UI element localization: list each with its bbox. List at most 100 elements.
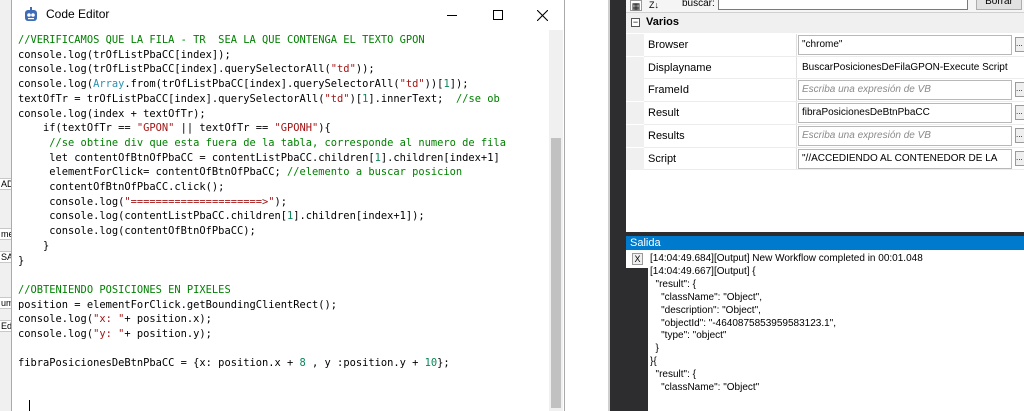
ellipsis-button[interactable]: ... xyxy=(1015,105,1024,121)
property-row-results: Results Escriba una expresión de VB... xyxy=(626,124,1024,147)
code-token: ].children[index+1]); xyxy=(293,210,425,223)
ellipsis-button[interactable]: ... xyxy=(1015,127,1024,143)
properties-toolbar: ▦ Z↓ buscar: Borrar xyxy=(626,0,1024,13)
property-value-field[interactable]: "//ACCEDIENDO AL CONTENEDOR DE LA xyxy=(798,148,1012,169)
output-line: "result": { xyxy=(650,369,697,381)
output-line: "className": "Object" xyxy=(650,382,760,393)
sort-alpha-icon[interactable]: Z↓ xyxy=(644,0,664,11)
code-line: console.log(trOfListPbaCC[index].querySe… xyxy=(18,62,375,77)
output-line: "objectId": "-4640875853959583123.1", xyxy=(650,317,837,329)
code-token: elementForClick= contentOfBtnOfPbaCC; xyxy=(18,166,287,179)
property-value-field[interactable]: Escriba una expresión de VB xyxy=(798,125,1012,146)
code-token: } xyxy=(18,254,25,267)
code-token: ); xyxy=(274,195,288,208)
code-token: , y :position.y + xyxy=(305,357,425,370)
row-gutter xyxy=(626,34,644,56)
code-token: console.log( xyxy=(18,195,125,208)
code-token: contentOfBtnOfPbaCC.click(); xyxy=(18,181,225,193)
clear-button[interactable]: Borrar xyxy=(976,0,1022,10)
output-line: }{ xyxy=(650,356,657,368)
property-value-field[interactable]: Escriba una expresión de VB xyxy=(798,80,1012,101)
code-line: console.log(trOfListPbaCC[index]); xyxy=(18,48,231,63)
code-token: "GPONH" xyxy=(274,122,319,135)
code-token: "GPON" xyxy=(136,122,175,135)
code-editor-window: Code Editor //VERIFICAMOS QUE LA FILA - … xyxy=(11,0,565,411)
output-line: "className": "Object", xyxy=(650,291,763,303)
close-icon xyxy=(536,9,548,21)
code-token: if(textOfTr == xyxy=(18,122,137,135)
column-separator xyxy=(796,34,797,56)
code-line: console.log("=====================>"); xyxy=(18,195,287,210)
column-separator xyxy=(796,147,797,170)
code-line: contentOfBtnOfPbaCC.click(); xyxy=(18,180,224,195)
code-token: ]); xyxy=(449,78,469,91)
property-name: Script xyxy=(648,152,677,165)
code-token: ){ xyxy=(318,122,331,135)
title-bar[interactable]: Code Editor xyxy=(12,0,564,30)
output-panel: X [14:04:49.684][Output] New Workflow co… xyxy=(626,250,1024,411)
code-token: + position.y); xyxy=(124,328,212,340)
row-gutter xyxy=(626,56,644,79)
code-token: //se ob xyxy=(455,92,500,105)
code-token: console.log(contentListPbaCC.children[ xyxy=(18,210,287,223)
column-separator xyxy=(796,102,797,125)
output-line: [14:04:49.667][Output] { xyxy=(650,265,756,277)
robot-icon xyxy=(25,7,37,21)
property-row-displayname: Displayname BuscarPosicionesDeFilaGPON-Ex… xyxy=(626,56,1024,79)
code-token: "y: " xyxy=(93,328,125,340)
code-token: //se obtine div que esta fuera de la tab… xyxy=(18,136,506,149)
code-token: "=====================>" xyxy=(124,195,275,208)
code-text-area[interactable]: //VERIFICAMOS QUE LA FILA - TR SEA LA QU… xyxy=(12,30,550,411)
search-label: buscar: xyxy=(682,0,715,9)
property-value-field[interactable]: fibraPosicionesDeBtnPbaCC xyxy=(798,103,1012,124)
code-token: console.log(trOfListPbaCC[index].querySe… xyxy=(18,63,331,76)
close-button[interactable] xyxy=(520,0,564,30)
row-gutter xyxy=(626,102,644,125)
vertical-scrollbar[interactable] xyxy=(549,30,563,411)
code-token: //OBTENIENDO POSICIONES EN PIXELES xyxy=(18,283,231,296)
property-name: Result xyxy=(648,107,680,120)
output-line: "result": { xyxy=(650,278,697,290)
workflow-ide-panel: ▦ Z↓ buscar: Borrar − Varios Browser "chr… xyxy=(610,0,1024,411)
property-value-field[interactable]: BuscarPosicionesDeFilaGPON-Execute Scrip… xyxy=(798,57,1012,78)
code-token: "x: " xyxy=(93,313,125,326)
properties-panel: ▦ Z↓ buscar: Borrar − Varios Browser "chr… xyxy=(626,0,1024,232)
code-token: let contentOfBtnOfPbaCC = contentListPba… xyxy=(18,151,375,164)
maximize-button[interactable] xyxy=(476,0,520,30)
output-panel-header: Salida xyxy=(626,236,1024,250)
code-line: console.log(index + textOfTr); xyxy=(18,107,206,122)
code-token: //VERIFICAMOS QUE LA FILA - TR SEA LA QU… xyxy=(18,34,425,46)
property-row-result: Result fibraPosicionesDeBtnPbaCC... xyxy=(626,102,1024,125)
ellipsis-button[interactable]: ... xyxy=(1015,150,1024,166)
code-token: fibraPosicionesDeBtnPbaCC = {x: position… xyxy=(18,357,300,370)
categorized-view-icon[interactable]: ▦ xyxy=(630,0,642,11)
category-header[interactable]: − Varios xyxy=(626,13,1024,33)
row-gutter xyxy=(626,79,644,102)
code-line: } xyxy=(18,254,24,269)
text-caret xyxy=(29,400,30,411)
scrollbar-thumb[interactable] xyxy=(551,138,561,408)
code-line: console.log(contentOfBtnOfPbaCC); xyxy=(18,224,255,239)
code-token: )[ xyxy=(349,92,363,105)
code-token: console.log( xyxy=(18,328,94,340)
code-token: "td" xyxy=(324,92,350,105)
output-gutter xyxy=(626,268,648,411)
code-line: elementForClick= contentOfBtnOfPbaCC; //… xyxy=(18,165,462,180)
search-input[interactable] xyxy=(718,0,968,10)
ellipsis-button[interactable]: ... xyxy=(1015,37,1024,52)
minimize-button[interactable] xyxy=(430,0,474,30)
close-icon[interactable]: X xyxy=(632,253,643,265)
code-token: 10 xyxy=(424,357,438,370)
collapse-icon[interactable]: − xyxy=(631,18,640,27)
code-line: textOfTr = trOfListPbaCC[index].querySel… xyxy=(18,92,500,107)
maximize-icon xyxy=(493,10,503,20)
row-gutter xyxy=(626,147,644,170)
code-token: //elemento a buscar posicion xyxy=(287,166,463,179)
column-separator xyxy=(796,124,797,147)
code-token: ))[ xyxy=(424,78,444,91)
code-line: if(textOfTr == "GPON" || textOfTr == "GP… xyxy=(18,121,331,136)
code-token: ].children[index+1] xyxy=(380,151,500,164)
code-line: console.log(contentListPbaCC.children[1]… xyxy=(18,209,425,224)
ellipsis-button[interactable]: ... xyxy=(1015,82,1024,98)
property-value-field[interactable]: "chrome" xyxy=(798,35,1012,55)
